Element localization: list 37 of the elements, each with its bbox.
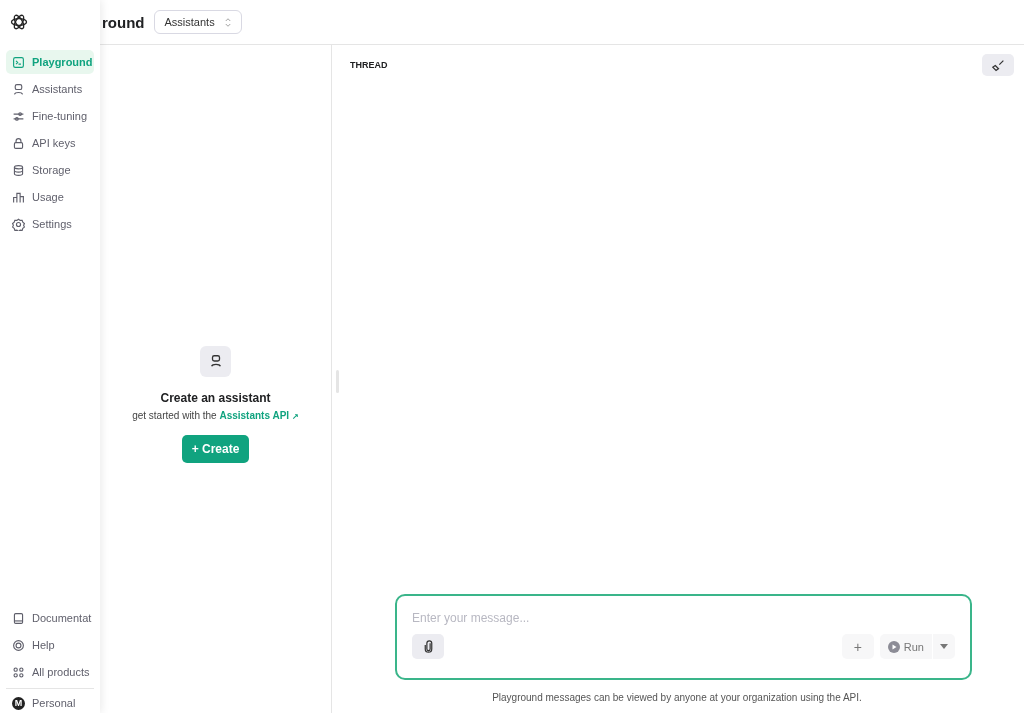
sidebar-item[interactable]: All products — [6, 660, 94, 684]
empty-heading: Create an assistant — [160, 390, 271, 405]
nav-icon — [12, 190, 25, 204]
privacy-notice: Playground messages can be viewed by anyone at your organization using the API. — [491, 692, 863, 703]
sidebar-item[interactable]: Storage — [6, 158, 94, 182]
nav-icon — [12, 109, 25, 123]
sidebar-item[interactable]: Fine-tuning — [6, 104, 94, 128]
sidebar-item[interactable]: API keys — [6, 131, 94, 155]
attach-button[interactable] — [412, 634, 444, 659]
mode-selector[interactable]: Assistants — [153, 10, 242, 34]
play-icon — [887, 640, 900, 653]
add-message-button[interactable]: + — [841, 634, 874, 659]
avatar: M — [12, 696, 25, 710]
thread-label: THREAD — [350, 60, 388, 70]
nav-icon — [12, 163, 25, 177]
sidebar-item[interactable]: Settings — [6, 212, 94, 236]
nav-icon — [12, 665, 25, 679]
account-name: Personal — [32, 697, 76, 709]
broom-icon — [991, 58, 1005, 72]
robot-icon — [200, 345, 231, 377]
nav-icon — [12, 217, 25, 231]
logo-icon — [9, 12, 29, 32]
nav-icon — [12, 611, 25, 625]
empty-text: get started with the Assistants API ↗ — [132, 409, 299, 421]
sidebar-item[interactable]: Documentat — [6, 606, 94, 630]
page-title: round — [102, 13, 145, 31]
nav-icon — [12, 82, 25, 96]
sidebar-item[interactable]: Assistants — [6, 77, 94, 101]
sidebar-item[interactable]: Usage — [6, 185, 94, 209]
chevron-icon — [224, 17, 231, 27]
nav-icon — [12, 136, 25, 150]
account-item[interactable]: M Personal — [6, 693, 94, 713]
sidebar-item[interactable]: Help — [6, 633, 94, 657]
clear-button[interactable] — [982, 54, 1014, 76]
caret-icon — [940, 644, 948, 649]
nav-icon — [12, 55, 25, 69]
nav-icon — [12, 638, 25, 652]
